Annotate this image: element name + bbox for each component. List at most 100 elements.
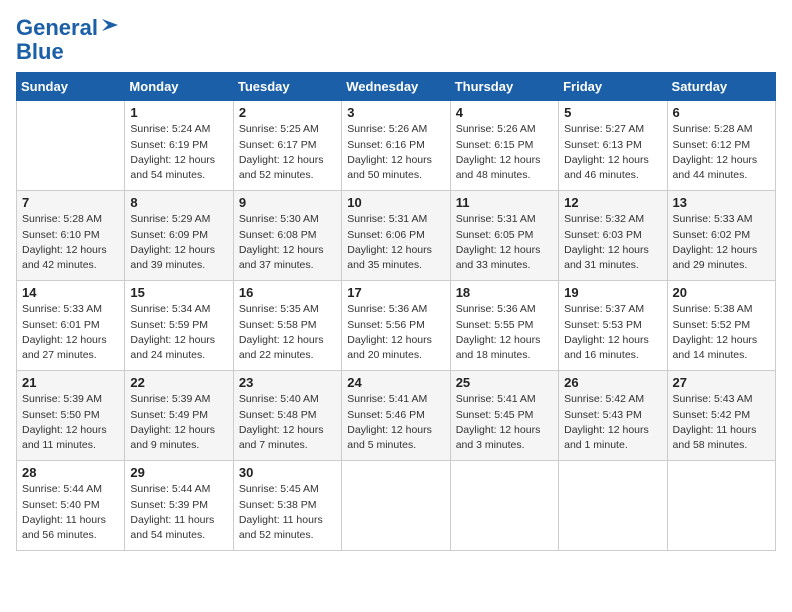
day-number: 10 <box>347 195 444 210</box>
page-header: General Blue <box>16 16 776 64</box>
day-number: 27 <box>673 375 770 390</box>
calendar-cell: 9 Sunrise: 5:30 AM Sunset: 6:08 PM Daylig… <box>233 191 341 281</box>
day-number: 25 <box>456 375 553 390</box>
day-number: 7 <box>22 195 119 210</box>
calendar-cell: 16 Sunrise: 5:35 AM Sunset: 5:58 PM Dayli… <box>233 281 341 371</box>
day-number: 30 <box>239 465 336 480</box>
logo-text: General <box>16 16 98 40</box>
calendar-cell: 15 Sunrise: 5:34 AM Sunset: 5:59 PM Dayli… <box>125 281 233 371</box>
weekday-header-sunday: Sunday <box>17 73 125 101</box>
day-number: 11 <box>456 195 553 210</box>
calendar-cell: 20 Sunrise: 5:38 AM Sunset: 5:52 PM Dayli… <box>667 281 775 371</box>
day-info: Sunrise: 5:38 AM Sunset: 5:52 PM Dayligh… <box>673 302 770 363</box>
day-number: 1 <box>130 105 227 120</box>
calendar-cell: 1 Sunrise: 5:24 AM Sunset: 6:19 PM Daylig… <box>125 101 233 191</box>
day-info: Sunrise: 5:33 AM Sunset: 6:01 PM Dayligh… <box>22 302 119 363</box>
day-number: 8 <box>130 195 227 210</box>
calendar-cell: 30 Sunrise: 5:45 AM Sunset: 5:38 PM Dayli… <box>233 461 341 551</box>
weekday-header-wednesday: Wednesday <box>342 73 450 101</box>
calendar-cell: 29 Sunrise: 5:44 AM Sunset: 5:39 PM Dayli… <box>125 461 233 551</box>
logo: General Blue <box>16 16 122 64</box>
day-info: Sunrise: 5:34 AM Sunset: 5:59 PM Dayligh… <box>130 302 227 363</box>
calendar-cell: 19 Sunrise: 5:37 AM Sunset: 5:53 PM Dayli… <box>559 281 667 371</box>
day-number: 3 <box>347 105 444 120</box>
day-info: Sunrise: 5:40 AM Sunset: 5:48 PM Dayligh… <box>239 392 336 453</box>
day-info: Sunrise: 5:24 AM Sunset: 6:19 PM Dayligh… <box>130 122 227 183</box>
calendar-cell: 6 Sunrise: 5:28 AM Sunset: 6:12 PM Daylig… <box>667 101 775 191</box>
day-number: 16 <box>239 285 336 300</box>
calendar-cell: 17 Sunrise: 5:36 AM Sunset: 5:56 PM Dayli… <box>342 281 450 371</box>
calendar-cell <box>342 461 450 551</box>
day-info: Sunrise: 5:41 AM Sunset: 5:46 PM Dayligh… <box>347 392 444 453</box>
calendar-cell: 26 Sunrise: 5:42 AM Sunset: 5:43 PM Dayli… <box>559 371 667 461</box>
day-number: 24 <box>347 375 444 390</box>
day-info: Sunrise: 5:31 AM Sunset: 6:05 PM Dayligh… <box>456 212 553 273</box>
day-info: Sunrise: 5:42 AM Sunset: 5:43 PM Dayligh… <box>564 392 661 453</box>
calendar-cell: 27 Sunrise: 5:43 AM Sunset: 5:42 PM Dayli… <box>667 371 775 461</box>
calendar-cell: 25 Sunrise: 5:41 AM Sunset: 5:45 PM Dayli… <box>450 371 558 461</box>
day-number: 17 <box>347 285 444 300</box>
calendar-cell: 14 Sunrise: 5:33 AM Sunset: 6:01 PM Dayli… <box>17 281 125 371</box>
day-info: Sunrise: 5:28 AM Sunset: 6:12 PM Dayligh… <box>673 122 770 183</box>
day-info: Sunrise: 5:36 AM Sunset: 5:55 PM Dayligh… <box>456 302 553 363</box>
day-number: 28 <box>22 465 119 480</box>
calendar-cell: 10Sunrise: 5:31 AM Sunset: 6:06 PM Dayli… <box>342 191 450 281</box>
calendar-cell <box>667 461 775 551</box>
day-info: Sunrise: 5:41 AM Sunset: 5:45 PM Dayligh… <box>456 392 553 453</box>
day-number: 6 <box>673 105 770 120</box>
logo-blue-text: Blue <box>16 40 64 64</box>
day-info: Sunrise: 5:26 AM Sunset: 6:16 PM Dayligh… <box>347 122 444 183</box>
day-info: Sunrise: 5:26 AM Sunset: 6:15 PM Dayligh… <box>456 122 553 183</box>
day-number: 12 <box>564 195 661 210</box>
calendar-cell: 7Sunrise: 5:28 AM Sunset: 6:10 PM Daylig… <box>17 191 125 281</box>
calendar-cell <box>450 461 558 551</box>
day-number: 26 <box>564 375 661 390</box>
day-info: Sunrise: 5:44 AM Sunset: 5:39 PM Dayligh… <box>130 482 227 543</box>
day-info: Sunrise: 5:37 AM Sunset: 5:53 PM Dayligh… <box>564 302 661 363</box>
calendar-cell: 21 Sunrise: 5:39 AM Sunset: 5:50 PM Dayli… <box>17 371 125 461</box>
calendar-cell <box>17 101 125 191</box>
day-info: Sunrise: 5:45 AM Sunset: 5:38 PM Dayligh… <box>239 482 336 543</box>
day-info: Sunrise: 5:36 AM Sunset: 5:56 PM Dayligh… <box>347 302 444 363</box>
day-info: Sunrise: 5:39 AM Sunset: 5:49 PM Dayligh… <box>130 392 227 453</box>
day-number: 13 <box>673 195 770 210</box>
day-number: 22 <box>130 375 227 390</box>
day-number: 23 <box>239 375 336 390</box>
day-number: 15 <box>130 285 227 300</box>
weekday-header-tuesday: Tuesday <box>233 73 341 101</box>
day-info: Sunrise: 5:35 AM Sunset: 5:58 PM Dayligh… <box>239 302 336 363</box>
calendar-cell: 8 Sunrise: 5:29 AM Sunset: 6:09 PM Daylig… <box>125 191 233 281</box>
weekday-header-saturday: Saturday <box>667 73 775 101</box>
day-info: Sunrise: 5:25 AM Sunset: 6:17 PM Dayligh… <box>239 122 336 183</box>
day-info: Sunrise: 5:27 AM Sunset: 6:13 PM Dayligh… <box>564 122 661 183</box>
day-number: 9 <box>239 195 336 210</box>
day-number: 29 <box>130 465 227 480</box>
calendar-cell: 28 Sunrise: 5:44 AM Sunset: 5:40 PM Dayli… <box>17 461 125 551</box>
day-info: Sunrise: 5:30 AM Sunset: 6:08 PM Dayligh… <box>239 212 336 273</box>
weekday-header-monday: Monday <box>125 73 233 101</box>
day-number: 5 <box>564 105 661 120</box>
day-info: Sunrise: 5:29 AM Sunset: 6:09 PM Dayligh… <box>130 212 227 273</box>
day-number: 14 <box>22 285 119 300</box>
calendar-cell: 23 Sunrise: 5:40 AM Sunset: 5:48 PM Dayli… <box>233 371 341 461</box>
day-number: 21 <box>22 375 119 390</box>
day-info: Sunrise: 5:32 AM Sunset: 6:03 PM Dayligh… <box>564 212 661 273</box>
day-info: Sunrise: 5:39 AM Sunset: 5:50 PM Dayligh… <box>22 392 119 453</box>
calendar-cell: 2 Sunrise: 5:25 AM Sunset: 6:17 PM Daylig… <box>233 101 341 191</box>
calendar-cell <box>559 461 667 551</box>
calendar-cell: 12 Sunrise: 5:32 AM Sunset: 6:03 PM Dayli… <box>559 191 667 281</box>
day-number: 20 <box>673 285 770 300</box>
calendar-cell: 5 Sunrise: 5:27 AM Sunset: 6:13 PM Daylig… <box>559 101 667 191</box>
weekday-header-thursday: Thursday <box>450 73 558 101</box>
day-info: Sunrise: 5:43 AM Sunset: 5:42 PM Dayligh… <box>673 392 770 453</box>
calendar-cell: 24 Sunrise: 5:41 AM Sunset: 5:46 PM Dayli… <box>342 371 450 461</box>
day-number: 19 <box>564 285 661 300</box>
day-number: 4 <box>456 105 553 120</box>
calendar-cell: 3 Sunrise: 5:26 AM Sunset: 6:16 PM Daylig… <box>342 101 450 191</box>
calendar-cell: 13Sunrise: 5:33 AM Sunset: 6:02 PM Dayli… <box>667 191 775 281</box>
day-number: 2 <box>239 105 336 120</box>
calendar-cell: 18Sunrise: 5:36 AM Sunset: 5:55 PM Dayli… <box>450 281 558 371</box>
calendar-cell: 11 Sunrise: 5:31 AM Sunset: 6:05 PM Dayli… <box>450 191 558 281</box>
day-info: Sunrise: 5:44 AM Sunset: 5:40 PM Dayligh… <box>22 482 119 543</box>
calendar-table: SundayMondayTuesdayWednesdayThursdayFrid… <box>16 72 776 551</box>
